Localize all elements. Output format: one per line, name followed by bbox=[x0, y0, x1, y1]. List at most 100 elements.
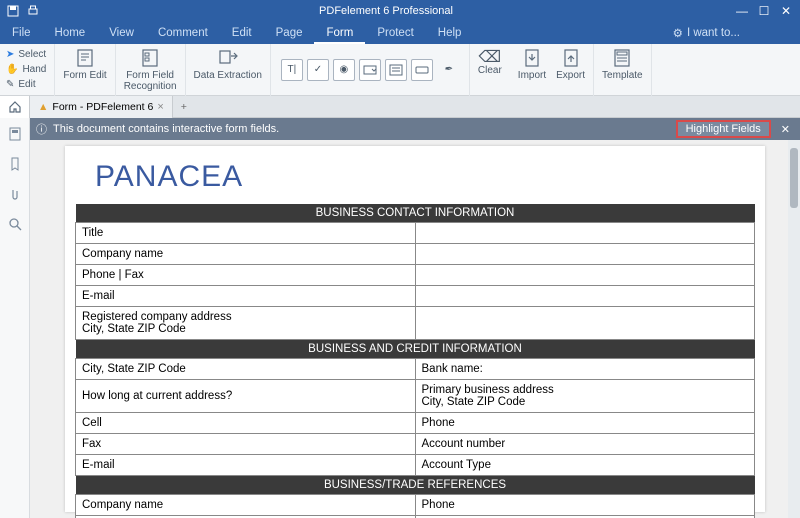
table-row: CellPhone bbox=[76, 413, 755, 434]
select-tool[interactable]: ➤Select bbox=[6, 48, 46, 62]
menu-tab-view[interactable]: View bbox=[97, 22, 146, 44]
document-tab[interactable]: ▲ Form - PDFelement 6 × bbox=[30, 96, 173, 118]
tab-close-icon[interactable]: × bbox=[157, 101, 163, 113]
field-label: Phone | Fax bbox=[76, 265, 416, 286]
hand-tool[interactable]: ✋Hand bbox=[6, 63, 46, 77]
field-value[interactable]: Phone bbox=[415, 413, 755, 434]
sidebar bbox=[0, 118, 30, 518]
import-button[interactable]: Import bbox=[518, 48, 546, 92]
section-heading: BUSINESS CONTACT INFORMATION bbox=[76, 204, 755, 223]
form-edit-button[interactable]: Form Edit bbox=[63, 48, 106, 92]
warn-icon: ▲ bbox=[38, 101, 48, 113]
bookmarks-panel-button[interactable] bbox=[7, 156, 23, 172]
lightbulb-icon: ⚙ bbox=[673, 26, 683, 40]
infobar-close-icon[interactable]: ✕ bbox=[777, 123, 794, 136]
qat-print-icon[interactable] bbox=[26, 4, 40, 18]
form-infobar: ⓘ This document contains interactive for… bbox=[30, 118, 800, 140]
form-edit-icon bbox=[75, 48, 95, 68]
extraction-icon bbox=[218, 48, 238, 68]
minimize-button[interactable]: — bbox=[732, 4, 752, 18]
field-value[interactable]: Account Type bbox=[415, 455, 755, 476]
field-label: How long at current address? bbox=[76, 380, 416, 413]
titlebar: PDFelement 6 Professional — ☐ ✕ bbox=[0, 0, 800, 22]
field-label: E-mail bbox=[76, 455, 416, 476]
maximize-button[interactable]: ☐ bbox=[754, 4, 774, 18]
menu-tab-help[interactable]: Help bbox=[426, 22, 474, 44]
pencil-icon: ✎ bbox=[6, 78, 14, 92]
field-value[interactable]: Primary business address City, State ZIP… bbox=[415, 380, 755, 413]
ribbon: ➤Select ✋Hand ✎Edit Form Edit Form Field… bbox=[0, 44, 800, 96]
table-row: E-mail bbox=[76, 286, 755, 307]
eraser-icon: ⌫ bbox=[479, 52, 502, 63]
thumbnails-panel-button[interactable] bbox=[7, 126, 23, 142]
field-value[interactable] bbox=[415, 265, 755, 286]
list-icon bbox=[389, 63, 403, 77]
info-icon: ⓘ bbox=[36, 121, 47, 137]
clear-button[interactable]: ⌫ Clear bbox=[478, 52, 502, 87]
field-value[interactable] bbox=[415, 307, 755, 340]
template-icon bbox=[612, 48, 632, 68]
menu-tab-page[interactable]: Page bbox=[264, 22, 315, 44]
document-page: PANACEA BUSINESS CONTACT INFORMATIONTitl… bbox=[65, 146, 765, 512]
template-button[interactable]: Template bbox=[602, 48, 643, 92]
signature-button[interactable]: ✒ bbox=[437, 59, 459, 81]
export-icon bbox=[561, 48, 581, 68]
attachments-panel-button[interactable] bbox=[7, 186, 23, 202]
document-logo: PANACEA bbox=[75, 156, 755, 204]
close-button[interactable]: ✕ bbox=[776, 4, 796, 18]
hand-icon: ✋ bbox=[6, 63, 18, 77]
button-icon bbox=[415, 63, 429, 77]
combo-button[interactable] bbox=[359, 59, 381, 81]
vertical-scrollbar[interactable] bbox=[788, 140, 800, 518]
field-label: Cell bbox=[76, 413, 416, 434]
infobar-message: This document contains interactive form … bbox=[53, 123, 670, 135]
table-row: Company name bbox=[76, 244, 755, 265]
text-field-button[interactable]: T| bbox=[281, 59, 303, 81]
signature-icon: ✒ bbox=[444, 64, 452, 75]
new-tab-button[interactable]: + bbox=[173, 101, 195, 113]
data-extraction-button[interactable]: Data Extraction bbox=[194, 48, 262, 92]
field-label: Fax bbox=[76, 434, 416, 455]
i-want-to[interactable]: ⚙ I want to... bbox=[673, 26, 800, 40]
checkbox-button[interactable]: ✓ bbox=[307, 59, 329, 81]
table-row: E-mailAccount Type bbox=[76, 455, 755, 476]
field-value[interactable]: Phone bbox=[415, 495, 755, 516]
field-label: Registered company address City, State Z… bbox=[76, 307, 416, 340]
app-title: PDFelement 6 Professional bbox=[40, 5, 732, 17]
edit-tool[interactable]: ✎Edit bbox=[6, 78, 36, 92]
table-row: City, State ZIP CodeBank name: bbox=[76, 359, 755, 380]
field-value[interactable] bbox=[415, 223, 755, 244]
radio-icon: ◉ bbox=[340, 64, 349, 75]
export-button[interactable]: Export bbox=[556, 48, 585, 92]
field-label: E-mail bbox=[76, 286, 416, 307]
home-tab-button[interactable] bbox=[0, 96, 30, 118]
field-value[interactable]: Account number bbox=[415, 434, 755, 455]
table-row: FaxAccount number bbox=[76, 434, 755, 455]
menu-tab-comment[interactable]: Comment bbox=[146, 22, 220, 44]
field-value[interactable]: Bank name: bbox=[415, 359, 755, 380]
qat-save-icon[interactable] bbox=[6, 4, 20, 18]
menu-tab-file[interactable]: File bbox=[0, 22, 43, 44]
checkbox-icon: ✓ bbox=[314, 64, 322, 75]
section-heading: BUSINESS AND CREDIT INFORMATION bbox=[76, 340, 755, 359]
table-row: Company namePhone bbox=[76, 495, 755, 516]
field-value[interactable] bbox=[415, 286, 755, 307]
select-group: ➤Select ✋Hand ✎Edit bbox=[0, 44, 55, 96]
extract-group: Data Extraction bbox=[186, 44, 271, 96]
search-icon bbox=[8, 217, 22, 231]
menu-tab-protect[interactable]: Protect bbox=[365, 22, 425, 44]
radio-button[interactable]: ◉ bbox=[333, 59, 355, 81]
text-field-icon: T| bbox=[288, 64, 297, 75]
field-value[interactable] bbox=[415, 244, 755, 265]
highlight-fields-button[interactable]: Highlight Fields bbox=[676, 120, 771, 138]
menu-tab-edit[interactable]: Edit bbox=[220, 22, 264, 44]
button-field-button[interactable] bbox=[411, 59, 433, 81]
menu-tab-form[interactable]: Form bbox=[314, 22, 365, 44]
scrollbar-thumb[interactable] bbox=[790, 148, 798, 208]
list-button[interactable] bbox=[385, 59, 407, 81]
table-row: Registered company address City, State Z… bbox=[76, 307, 755, 340]
field-label: Company name bbox=[76, 244, 416, 265]
menu-tab-home[interactable]: Home bbox=[43, 22, 98, 44]
form-field-recognition-button[interactable]: Form Field Recognition bbox=[124, 48, 177, 92]
search-panel-button[interactable] bbox=[7, 216, 23, 232]
